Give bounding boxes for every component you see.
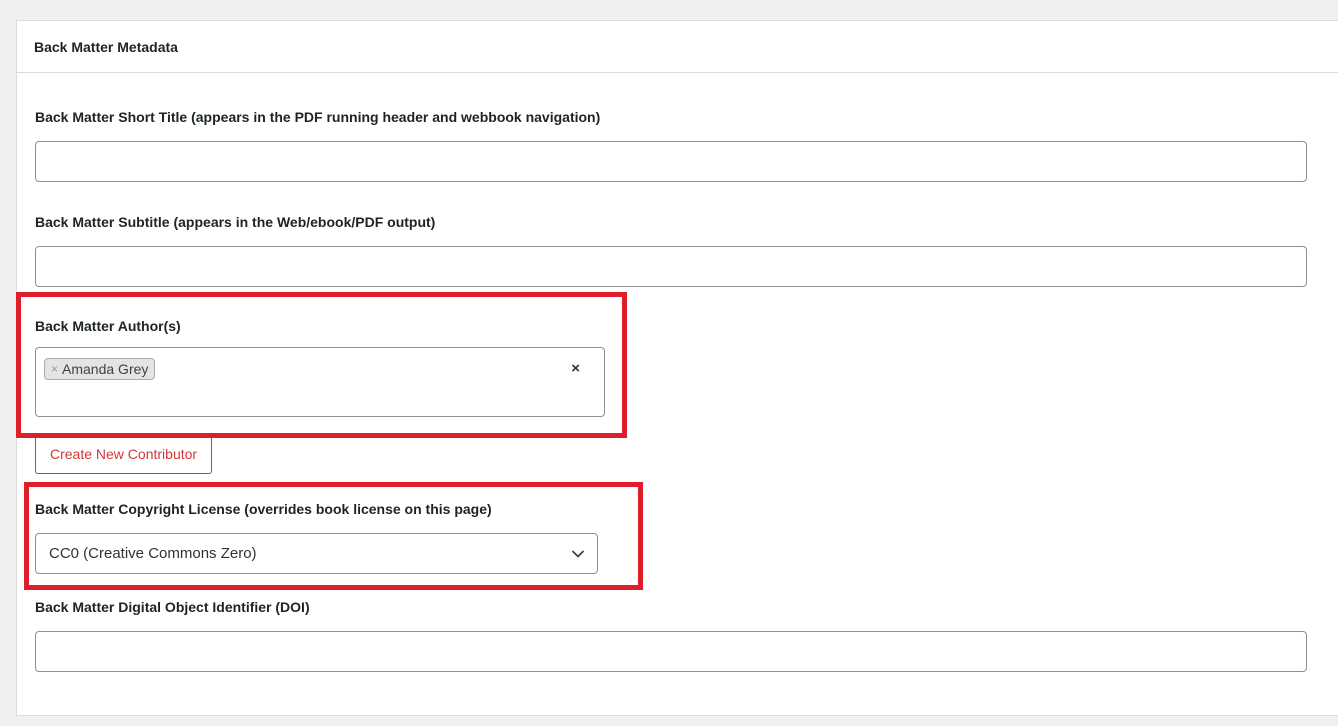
subtitle-label: Back Matter Subtitle (appears in the Web… [35, 214, 436, 230]
license-select[interactable]: CC0 (Creative Commons Zero) [35, 533, 598, 574]
license-selected-value: CC0 (Creative Commons Zero) [49, 545, 257, 562]
subtitle-input[interactable] [35, 246, 1307, 287]
chevron-down-icon [572, 550, 584, 558]
authors-label: Back Matter Author(s) [35, 318, 181, 334]
doi-input[interactable] [35, 631, 1307, 672]
author-chip-name: Amanda Grey [62, 361, 149, 377]
author-chip: × Amanda Grey [44, 358, 156, 380]
chip-remove-icon[interactable]: × [51, 362, 58, 376]
short-title-label: Back Matter Short Title (appears in the … [35, 109, 601, 125]
create-new-contributor-button[interactable]: Create New Contributor [35, 433, 213, 474]
clear-selection-icon[interactable]: × [571, 360, 580, 377]
authors-multi-select[interactable]: × Amanda Grey × [35, 347, 605, 417]
doi-label: Back Matter Digital Object Identifier (D… [35, 599, 310, 615]
panel-title: Back Matter Metadata [34, 38, 178, 55]
license-label: Back Matter Copyright License (overrides… [35, 501, 492, 517]
short-title-input[interactable] [35, 141, 1307, 182]
panel-header: Back Matter Metadata [17, 21, 1338, 73]
back-matter-metadata-panel: Back Matter Metadata Back Matter Short T… [16, 20, 1338, 716]
